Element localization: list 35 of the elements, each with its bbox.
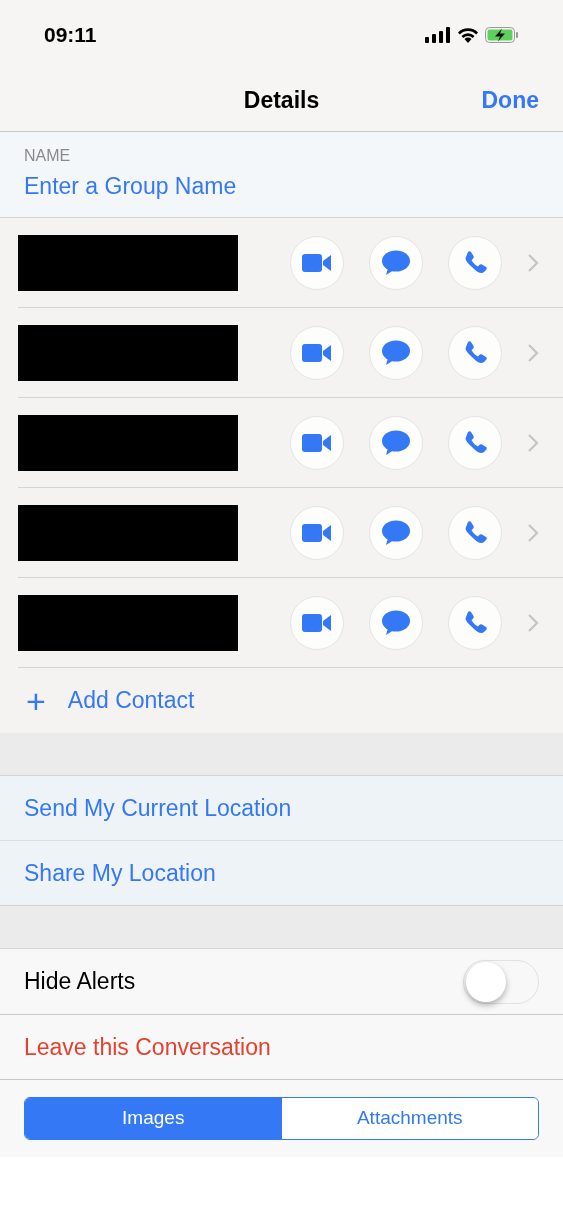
phone-icon (463, 520, 487, 545)
chevron-right-icon (527, 522, 539, 543)
video-camera-icon (302, 612, 332, 633)
hide-alerts-label: Hide Alerts (24, 967, 136, 997)
speech-bubble-icon (382, 429, 410, 456)
status-time: 09:11 (44, 22, 97, 49)
wifi-icon (457, 27, 479, 43)
location-option[interactable]: Send My Current Location (0, 776, 563, 841)
segment-tab[interactable]: Attachments (281, 1098, 538, 1139)
speech-bubble-icon (382, 339, 410, 366)
video-camera-icon (302, 252, 332, 273)
battery-charging-icon (485, 27, 519, 43)
chevron-right-icon (527, 342, 539, 363)
speech-bubble-icon (382, 249, 410, 276)
segment-tab[interactable]: Images (25, 1098, 282, 1139)
hide-alerts-toggle[interactable] (463, 959, 539, 1004)
leave-conversation-button[interactable]: Leave this Conversation (0, 1015, 563, 1080)
group-name-field[interactable]: Enter a Group Name (0, 166, 563, 218)
add-contact-button[interactable]: + Add Contact (0, 668, 563, 733)
name-label: NAME (0, 132, 563, 166)
phone-icon (463, 610, 487, 635)
phone-icon (463, 250, 487, 275)
chevron-right-icon (527, 252, 539, 273)
chevron-right-icon (527, 612, 539, 633)
phone-icon (463, 430, 487, 455)
page-title: Details (243, 86, 320, 116)
video-camera-icon (302, 432, 332, 453)
done-button[interactable]: Done (481, 83, 539, 118)
chevron-right-icon (527, 432, 539, 453)
speech-bubble-icon (382, 609, 410, 636)
video-camera-icon (302, 522, 332, 543)
signal-icon (425, 27, 451, 43)
speech-bubble-icon (382, 519, 410, 546)
video-camera-icon (302, 342, 332, 363)
phone-icon (463, 340, 487, 365)
